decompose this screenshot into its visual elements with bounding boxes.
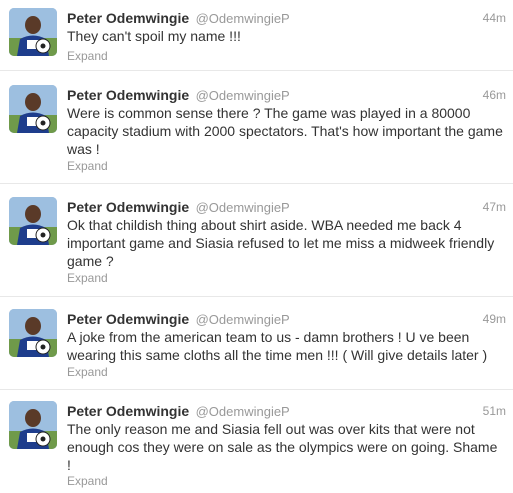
tweet-item[interactable]: Peter Odemwingie @OdemwingieP 44m They c… <box>0 8 513 71</box>
expand-link[interactable]: Expand <box>67 473 108 489</box>
tweet-text: They can't spoil my name !!! <box>67 28 241 44</box>
avatar-image <box>9 197 57 245</box>
author-username[interactable]: @OdemwingieP <box>196 88 290 103</box>
tweet-text: A joke from the american team to us - da… <box>67 329 488 363</box>
tweet-text: The only reason me and Siasia fell out w… <box>67 421 498 473</box>
tweet-item[interactable]: Peter Odemwingie @OdemwingieP 47m Ok tha… <box>0 197 513 297</box>
tweet-header: Peter Odemwingie @OdemwingieP <box>67 401 290 421</box>
tweet-item[interactable]: Peter Odemwingie @OdemwingieP 51m The on… <box>0 401 513 493</box>
tweet-timestamp[interactable]: 44m <box>483 8 506 28</box>
expand-link[interactable]: Expand <box>67 364 108 380</box>
author-username[interactable]: @OdemwingieP <box>196 200 290 215</box>
tweet-timestamp[interactable]: 49m <box>483 309 506 329</box>
tweet-timestamp[interactable]: 51m <box>483 401 506 421</box>
tweet-header: Peter Odemwingie @OdemwingieP <box>67 197 290 217</box>
tweet-text: Were is common sense there ? The game wa… <box>67 105 503 157</box>
author-fullname[interactable]: Peter Odemwingie <box>67 199 189 215</box>
author-fullname[interactable]: Peter Odemwingie <box>67 87 189 103</box>
author-username[interactable]: @OdemwingieP <box>196 312 290 327</box>
author-fullname[interactable]: Peter Odemwingie <box>67 311 189 327</box>
tweet-timestamp[interactable]: 46m <box>483 85 506 105</box>
expand-link[interactable]: Expand <box>67 158 108 174</box>
tweet-item[interactable]: Peter Odemwingie @OdemwingieP 49m A joke… <box>0 309 513 390</box>
author-username[interactable]: @OdemwingieP <box>196 11 290 26</box>
avatar[interactable] <box>9 197 57 245</box>
avatar[interactable] <box>9 309 57 357</box>
expand-link[interactable]: Expand <box>67 48 108 64</box>
tweet-text: Ok that childish thing about shirt aside… <box>67 217 495 269</box>
tweet-timeline: Peter Odemwingie @OdemwingieP 44m They c… <box>0 0 513 493</box>
tweet-timestamp[interactable]: 47m <box>483 197 506 217</box>
expand-link[interactable]: Expand <box>67 270 108 286</box>
avatar[interactable] <box>9 401 57 449</box>
tweet-header: Peter Odemwingie @OdemwingieP <box>67 85 290 105</box>
avatar-image <box>9 85 57 133</box>
avatar-image <box>9 401 57 449</box>
avatar[interactable] <box>9 8 57 56</box>
tweet-header: Peter Odemwingie @OdemwingieP <box>67 8 290 28</box>
author-fullname[interactable]: Peter Odemwingie <box>67 403 189 419</box>
tweet-item[interactable]: Peter Odemwingie @OdemwingieP 46m Were i… <box>0 85 513 184</box>
author-fullname[interactable]: Peter Odemwingie <box>67 10 189 26</box>
avatar-image <box>9 8 57 56</box>
avatar[interactable] <box>9 85 57 133</box>
tweet-header: Peter Odemwingie @OdemwingieP <box>67 309 290 329</box>
author-username[interactable]: @OdemwingieP <box>196 404 290 419</box>
avatar-image <box>9 309 57 357</box>
